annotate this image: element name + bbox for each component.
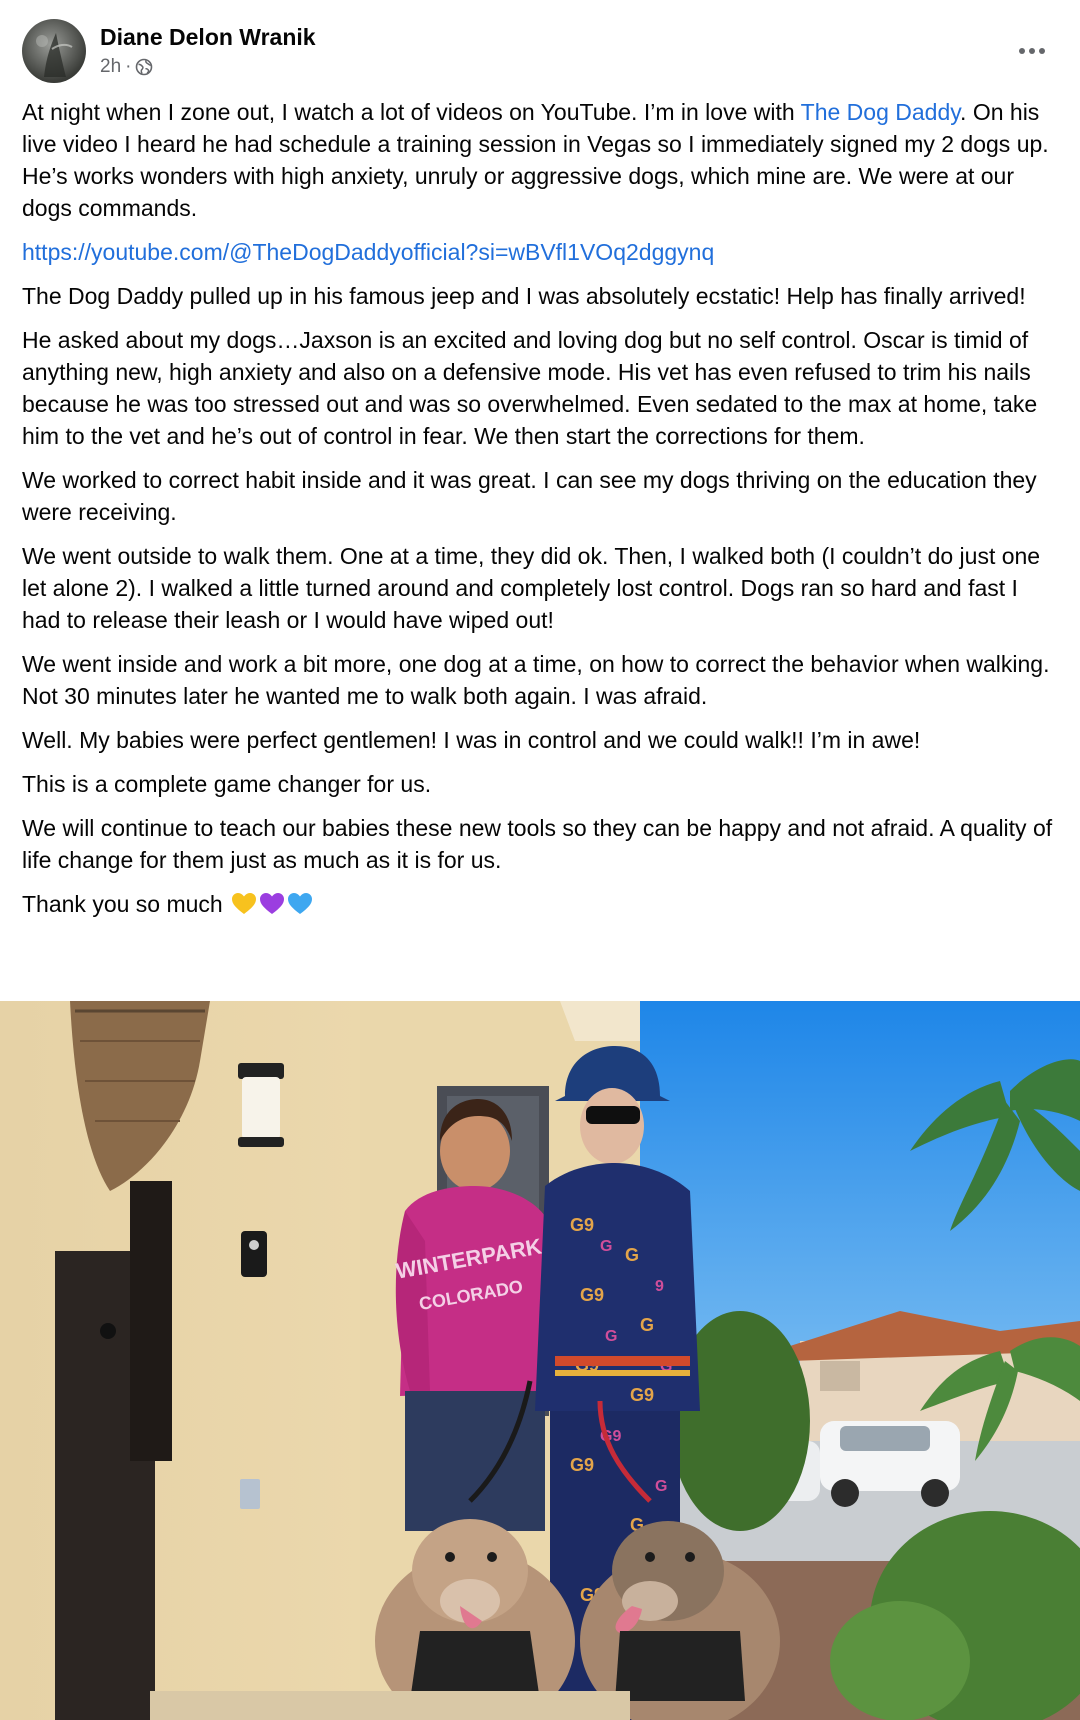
paragraph-5: We went outside to walk them. One at a t… [22,543,1041,633]
post-meta: Diane Delon Wranik 2h · [100,22,316,80]
svg-text:G9: G9 [570,1215,594,1235]
svg-text:G: G [600,1238,612,1255]
svg-text:G9: G9 [570,1455,594,1475]
post-time[interactable]: 2h [100,54,121,80]
separator-dot: · [125,56,132,77]
the-dog-daddy-link[interactable]: The Dog Daddy [801,99,960,125]
svg-text:G: G [625,1245,639,1265]
paragraph-8: This is a complete game changer for us. [22,771,432,797]
post-body: At night when I zone out, I watch a lot … [22,96,1062,932]
svg-text:9: 9 [655,1278,664,1295]
globe-icon[interactable] [135,58,153,76]
svg-text:G: G [605,1328,617,1345]
purple-heart-icon [259,892,285,916]
paragraph-4: We worked to correct habit inside and it… [22,467,1037,525]
paragraph-2: The Dog Daddy pulled up in his famous je… [22,283,1026,309]
paragraph-1: At night when I zone out, I watch a lot … [22,96,1062,224]
svg-text:G9: G9 [630,1385,654,1405]
svg-text:G: G [640,1315,654,1335]
author-avatar[interactable] [22,19,86,83]
paragraph-6: We went inside and work a bit more, one … [22,651,1050,709]
svg-text:G9: G9 [580,1285,604,1305]
paragraph-text: At night when I zone out, I watch a lot … [22,99,801,125]
post-subline: 2h · [100,54,316,80]
paragraph-7: Well. My babies were perfect gentlemen! … [22,727,921,753]
author-name[interactable]: Diane Delon Wranik [100,22,316,52]
dot [1029,48,1035,54]
dot [1019,48,1025,54]
dot [1039,48,1045,54]
paragraph-3: He asked about my dogs…Jaxson is an exci… [22,327,1038,449]
blue-heart-icon [287,892,313,916]
svg-text:G: G [655,1478,667,1495]
post-photo[interactable]: WINTERPARK COLORADO G9GG9 GG9G9 G9GG9 G9… [0,1001,1080,1720]
paragraph-text: Thank you so much [22,891,223,917]
paragraph-10: Thank you so much [22,888,1062,920]
facebook-post: Diane Delon Wranik 2h · At night when I … [0,0,1080,1720]
more-options-icon[interactable] [1012,36,1052,66]
paragraph-url: https://youtube.com/@TheDogDaddyofficial… [22,236,1062,268]
paragraph-9: We will continue to teach our babies the… [22,815,1053,873]
yellow-heart-icon [231,892,257,916]
youtube-link[interactable]: https://youtube.com/@TheDogDaddyofficial… [22,239,714,265]
post-header: Diane Delon Wranik 2h · [22,18,1058,84]
